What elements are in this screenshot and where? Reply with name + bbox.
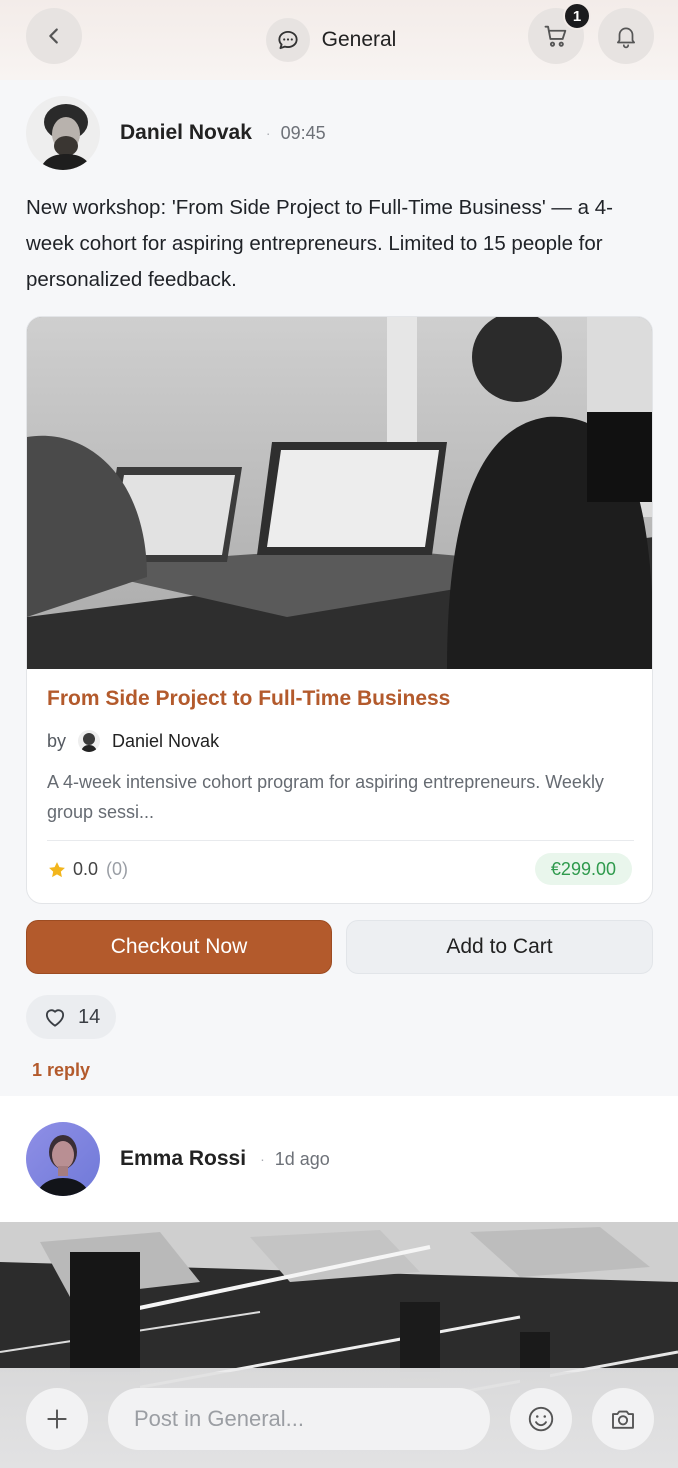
like-count: 14 bbox=[78, 1005, 101, 1028]
star-icon bbox=[49, 861, 65, 877]
product-image bbox=[27, 317, 652, 669]
product-author-row: by Daniel Novak bbox=[47, 730, 219, 752]
add-to-cart-button[interactable]: Add to Cart bbox=[346, 920, 653, 974]
composer-bar bbox=[0, 1368, 678, 1468]
divider bbox=[47, 840, 634, 841]
camera-icon bbox=[612, 1410, 634, 1429]
product-title[interactable]: From Side Project to Full-Time Business bbox=[47, 687, 450, 711]
post-author-row: Emma Rossi · 1d ago bbox=[26, 1122, 330, 1196]
price-badge: €299.00 bbox=[534, 853, 632, 885]
add-attachment-button[interactable] bbox=[26, 1388, 88, 1450]
by-label: by bbox=[47, 730, 67, 751]
rating: 0.0 (0) bbox=[47, 859, 128, 880]
avatar[interactable] bbox=[26, 1122, 100, 1196]
notifications-button[interactable] bbox=[598, 8, 654, 64]
plus-icon bbox=[47, 1409, 67, 1429]
back-button[interactable] bbox=[26, 8, 82, 64]
post-body: New workshop: 'From Side Project to Full… bbox=[26, 196, 613, 291]
post-author-row: Daniel Novak · 09:45 bbox=[26, 96, 326, 170]
mini-avatar bbox=[78, 730, 101, 752]
checkout-now-button[interactable]: Checkout Now bbox=[26, 920, 332, 974]
rating-value: 0.0 bbox=[73, 859, 99, 879]
heart-icon bbox=[45, 1009, 65, 1027]
post-timestamp: 09:45 bbox=[280, 122, 326, 143]
bell-icon bbox=[617, 27, 635, 49]
like-button[interactable]: 14 bbox=[26, 995, 117, 1039]
post-timestamp: 1d ago bbox=[274, 1148, 330, 1169]
channel-title: General bbox=[321, 28, 397, 51]
author-name[interactable]: Emma Rossi bbox=[120, 1147, 246, 1171]
cart-count-badge: 1 bbox=[563, 2, 591, 30]
separator-dot: · bbox=[265, 125, 271, 141]
chevron-left-icon bbox=[49, 28, 58, 44]
avatar[interactable] bbox=[26, 96, 100, 170]
smiley-icon bbox=[528, 1406, 554, 1432]
post-daniel-novak: Daniel Novak · 09:45 New workshop: 'From… bbox=[0, 80, 678, 1096]
product-description: A 4-week intensive cohort program for as… bbox=[47, 772, 604, 822]
chat-bubble-icon bbox=[265, 18, 310, 62]
rating-count: (0) bbox=[106, 859, 129, 879]
product-author-name[interactable]: Daniel Novak bbox=[112, 731, 219, 752]
author-name[interactable]: Daniel Novak bbox=[120, 121, 252, 145]
cart-icon bbox=[544, 25, 567, 47]
channel-header[interactable]: General bbox=[265, 18, 397, 62]
replies-link[interactable]: 1 reply bbox=[32, 1060, 90, 1081]
product-card[interactable]: From Side Project to Full-Time Business … bbox=[26, 316, 653, 904]
separator-dot: · bbox=[260, 1151, 265, 1167]
top-bar: General 1 bbox=[0, 0, 678, 80]
emoji-button[interactable] bbox=[510, 1388, 572, 1450]
camera-button[interactable] bbox=[592, 1388, 654, 1450]
post-input[interactable] bbox=[108, 1388, 490, 1450]
